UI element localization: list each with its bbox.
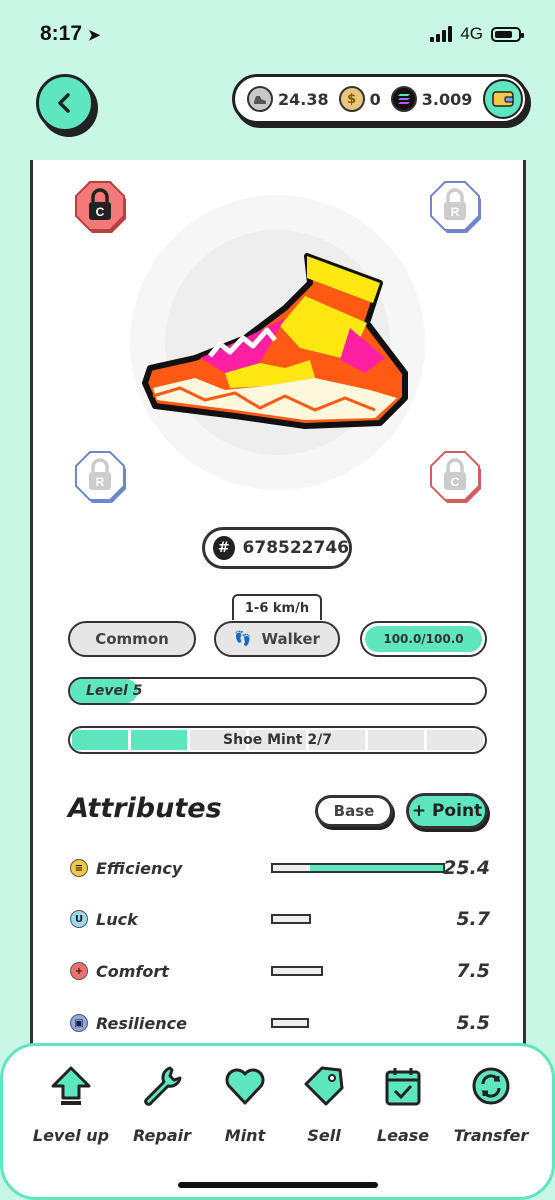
signal-icon [430,26,453,42]
tag-icon [304,1066,344,1106]
currency-bar: 24.38 $ 0 3.009 [232,74,528,124]
status-indicators: 4G [430,24,524,44]
resilience-icon: ▣ [70,1014,88,1032]
resilience-bar [271,1018,309,1028]
heart-icon [225,1068,265,1105]
comfort-icon: + [70,962,88,980]
attr-row-efficiency: ≡ Efficiency 25.4 [70,855,490,881]
lock-icon-top-left[interactable]: C [72,178,128,234]
nav-level-up[interactable]: Level up [31,1064,111,1145]
efficiency-bar [271,863,445,873]
sneaker-image[interactable] [135,248,420,433]
base-button[interactable]: Base [315,795,393,827]
efficiency-bar-fill [310,865,443,871]
network-label: 4G [460,24,483,43]
sneaker-coin-icon [247,86,273,112]
mint-bar: Shoe Mint 2/7 [68,726,487,754]
mint-label: Shoe Mint 2/7 [223,732,332,748]
level-up-icon [51,1066,91,1105]
luck-icon: U [70,910,88,928]
svg-text:R: R [96,475,105,489]
svg-text:C: C [451,475,460,489]
nav-mint[interactable]: Mint [205,1064,285,1145]
attributes-title: Attributes [68,793,222,824]
battery-icon [491,26,524,42]
level-label: Level 5 [70,679,142,703]
chevron-left-icon [58,93,70,113]
type-badge: 👣 Walker [214,621,340,657]
sneaker-id: # 678522746 [202,527,352,569]
attr-row-comfort: + Comfort 7.5 [70,958,490,984]
bottom-nav: Level up Repair Mint Sell Lease Transfer [0,1043,555,1200]
status-time: 8:17 ➤ [40,22,101,45]
add-point-button[interactable]: + Point [406,793,488,829]
wallet-icon [492,91,514,107]
footprint-icon: 👣 [234,631,252,647]
currency-sneaker: 24.38 [247,86,329,112]
attr-row-resilience: ▣ Resilience 5.5 [70,1010,490,1036]
location-arrow-icon: ➤ [87,27,101,44]
speed-range: 1-6 km/h [232,594,322,620]
currency-sol: 3.009 [390,86,472,112]
home-indicator[interactable] [178,1182,378,1188]
transfer-icon [472,1067,510,1105]
quality-badge: Common [68,621,196,657]
currency-gmt: $ 0 [338,86,381,112]
wrench-icon [144,1066,182,1106]
level-bar: Level 5 [68,677,487,705]
svg-text:C: C [96,205,105,219]
comfort-bar [271,966,323,976]
svg-text:R: R [451,205,460,219]
lock-icon-bottom-left[interactable]: R [72,448,128,504]
nav-repair[interactable]: Repair [122,1064,202,1145]
wallet-button[interactable] [483,79,523,119]
lock-icon-top-right[interactable]: R [427,178,483,234]
gmt-coin-icon: $ [338,86,365,112]
nav-sell[interactable]: Sell [284,1064,364,1145]
back-button[interactable] [36,74,94,132]
nav-transfer[interactable]: Transfer [451,1064,531,1145]
hash-icon: # [213,536,235,560]
attr-row-luck: U Luck 5.7 [70,906,490,932]
calendar-icon [385,1068,421,1106]
sol-coin-icon [390,86,417,112]
efficiency-icon: ≡ [70,859,88,877]
luck-bar [271,914,311,924]
nav-lease[interactable]: Lease [363,1064,443,1145]
durability-badge: 100.0/100.0 [360,621,487,657]
lock-icon-bottom-right[interactable]: C [427,448,483,504]
